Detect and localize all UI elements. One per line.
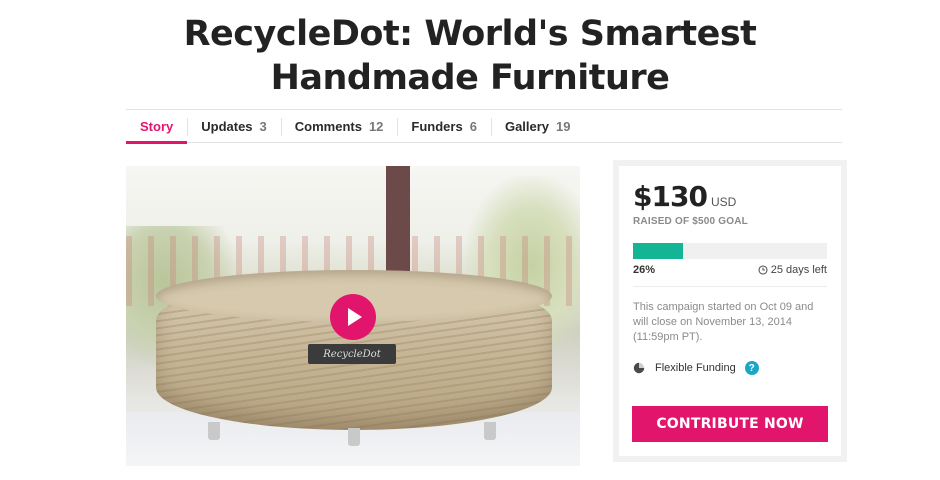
tab-updates[interactable]: Updates 3 xyxy=(187,110,281,142)
goal-text: RAISED OF $500 GOAL xyxy=(633,216,748,227)
furniture-leg xyxy=(208,422,220,440)
funding-type: Flexible Funding ? xyxy=(633,361,827,375)
pie-chart-icon xyxy=(633,362,645,374)
tab-label: Comments xyxy=(294,118,362,134)
campaign-video[interactable]: RecycleDot xyxy=(126,166,580,466)
campaign-tabs: Story Updates 3 Comments 12 Funders 6 Ga… xyxy=(126,109,842,144)
brand-badge: RecycleDot xyxy=(308,344,396,364)
page-title-line2: Handmade Furniture xyxy=(270,58,670,98)
tab-story[interactable]: Story xyxy=(126,110,188,144)
days-left-text: 25 days left xyxy=(770,264,827,276)
background-pole xyxy=(386,166,410,286)
raised-value: $130 xyxy=(633,180,708,213)
funding-type-label: Flexible Funding xyxy=(655,362,736,374)
tab-count: 6 xyxy=(469,118,477,134)
tab-count: 3 xyxy=(259,118,267,134)
contribute-now-button[interactable]: CONTRIBUTE NOW xyxy=(632,406,828,442)
tab-comments[interactable]: Comments 12 xyxy=(280,110,398,142)
play-button[interactable] xyxy=(330,294,376,340)
tab-funders[interactable]: Funders 6 xyxy=(397,110,491,142)
funding-card: $130 USD RAISED OF $500 GOAL 26% 25 days… xyxy=(613,160,847,462)
raised-currency: USD xyxy=(710,195,737,209)
raised-amount: $130 USD xyxy=(633,180,827,213)
help-icon[interactable]: ? xyxy=(744,361,759,375)
funding-progress-bar xyxy=(633,243,827,259)
divider xyxy=(633,286,827,287)
furniture-leg xyxy=(484,422,496,440)
tab-gallery[interactable]: Gallery 19 xyxy=(490,110,585,142)
tab-label: Funders xyxy=(411,118,463,134)
funding-progress-fill xyxy=(633,243,684,259)
clock-icon xyxy=(758,265,768,275)
campaign-dates-note: This campaign started on Oct 09 and will… xyxy=(633,301,814,343)
tab-label: Updates xyxy=(201,118,253,134)
page-title-line1: RecycleDot: World's Smartest xyxy=(183,14,757,54)
tab-count: 12 xyxy=(368,118,384,134)
page-title: RecycleDot: World's Smartest Handmade Fu… xyxy=(0,12,940,100)
tab-count: 19 xyxy=(556,118,571,134)
play-icon xyxy=(348,308,362,326)
percent-funded: 26% xyxy=(633,264,656,276)
days-left: 25 days left xyxy=(758,264,827,276)
furniture-leg xyxy=(348,428,360,446)
tab-label: Gallery xyxy=(504,118,550,134)
funding-stats: 26% 25 days left xyxy=(633,264,827,276)
tab-label: Story xyxy=(140,118,174,134)
